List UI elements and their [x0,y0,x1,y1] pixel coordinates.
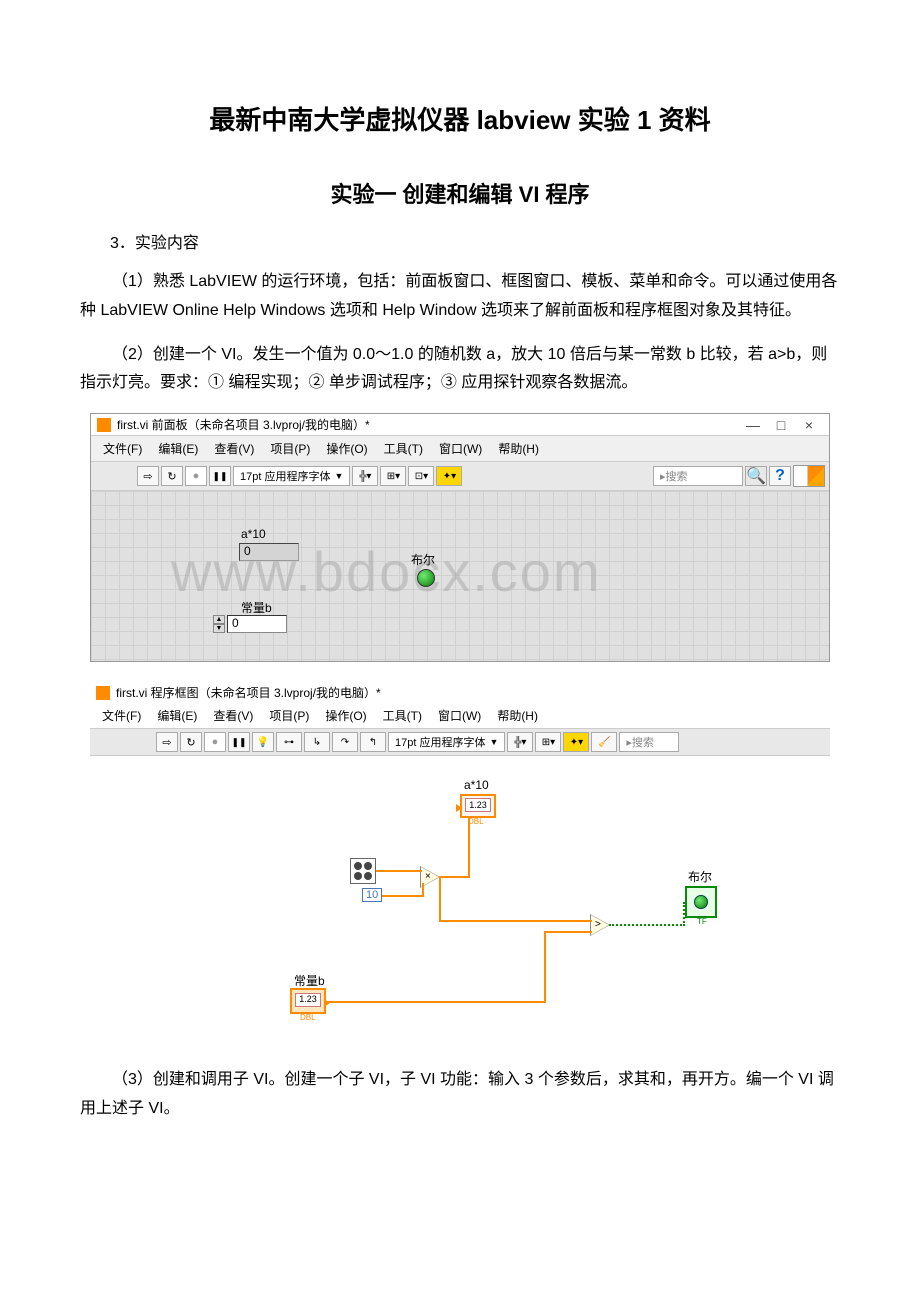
menu-operate[interactable]: 操作(O) [317,705,374,726]
bd-constb-terminal[interactable]: 1.23 DBL [290,988,326,1014]
cleanup-button[interactable]: 🧹 [591,732,617,752]
pause-button[interactable] [228,732,250,752]
vi-connector-icon[interactable] [793,465,825,487]
run-continuous-button[interactable] [180,732,202,752]
fp-window-title: first.vi 前面板（未命名项目 3.lvproj/我的电脑）* [117,416,370,433]
close-button[interactable]: × [795,417,823,433]
distribute-button[interactable]: ⊞▾ [535,732,561,752]
paragraph-1: （1）熟悉 LabVIEW 的运行环境，包括：前面板窗口、框图窗口、模板、菜单和… [80,268,840,326]
bd-titlebar[interactable]: first.vi 程序框图（未命名项目 3.lvproj/我的电脑）* [90,682,830,703]
menu-file[interactable]: 文件(F) [95,438,150,459]
paragraph-2: （2）创建一个 VI。发生一个值为 0.0～1.0 的随机数 a，放大 10 倍… [80,341,840,399]
menu-view[interactable]: 查看(V) [206,438,262,459]
constant-10[interactable]: 10 [362,888,382,902]
labview-icon [96,686,110,700]
bd-bool-terminal[interactable]: TF [685,886,717,918]
pause-button[interactable] [209,466,231,486]
run-button[interactable] [156,732,178,752]
bd-window-title: first.vi 程序框图（未命名项目 3.lvproj/我的电脑）* [116,684,381,701]
abort-button[interactable] [185,466,207,486]
a10-indicator: 0 [239,543,299,561]
maximize-button[interactable]: □ [767,417,795,433]
menu-view[interactable]: 查看(V) [205,705,261,726]
search-input[interactable]: ▸ 搜索 [653,466,743,486]
menu-edit[interactable]: 编辑(E) [150,438,206,459]
menu-project[interactable]: 项目(P) [261,705,317,726]
align-button[interactable]: ╬▾ [352,466,378,486]
block-diagram-canvas[interactable]: a*10 1.23 DBL 10 × > 布尔 TF 常量b 1.23 [90,756,830,1046]
bd-toolbar: ⊶ ↳ ↷ ↰ 17pt 应用程序字体▼ ╬▾ ⊞▾ ✦▾ 🧹 ▸ 搜索 [90,728,830,756]
bool-label: 布尔 [411,551,435,568]
step-out-button[interactable]: ↰ [360,732,386,752]
bd-a10-terminal[interactable]: 1.23 DBL [460,794,496,818]
doc-title: 最新中南大学虚拟仪器 labview 实验 1 资料 [80,100,840,137]
highlight-execution-button[interactable] [252,732,274,752]
random-number-node[interactable] [350,858,376,884]
greater-than-node[interactable]: > [591,915,609,935]
a10-label: a*10 [241,527,266,541]
align-button[interactable]: ╬▾ [507,732,533,752]
menu-file[interactable]: 文件(F) [94,705,149,726]
font-selector[interactable]: 17pt 应用程序字体▼ [233,466,350,486]
watermark-text: www.bdocx.com [171,539,602,604]
bd-menubar[interactable]: 文件(F) 编辑(E) 查看(V) 项目(P) 操作(O) 工具(T) 窗口(W… [90,703,830,728]
abort-button[interactable] [204,732,226,752]
reorder-button[interactable]: ✦▾ [563,732,589,752]
menu-tools[interactable]: 工具(T) [376,438,431,459]
fp-toolbar: 17pt 应用程序字体▼ ╬▾ ⊞▾ ⊡▾ ✦▾ ▸ 搜索 🔍 ? [91,461,829,491]
front-panel-screenshot: first.vi 前面板（未命名项目 3.lvproj/我的电脑）* — □ ×… [90,413,830,662]
front-panel-canvas[interactable]: www.bdocx.com a*10 0 布尔 常量b ▲▼ 0 [91,491,829,661]
menu-operate[interactable]: 操作(O) [318,438,375,459]
resize-button[interactable]: ⊡▾ [408,466,434,486]
run-button[interactable] [137,466,159,486]
led-icon [694,895,708,909]
menu-help[interactable]: 帮助(H) [489,705,546,726]
bd-bool-label: 布尔 [688,868,712,885]
minimize-button[interactable]: — [739,417,767,433]
block-diagram-screenshot: first.vi 程序框图（未命名项目 3.lvproj/我的电脑）* 文件(F… [90,682,830,1046]
step-into-button[interactable]: ↳ [304,732,330,752]
doc-subtitle: 实验一 创建和编辑 VI 程序 [80,177,840,209]
fp-menubar[interactable]: 文件(F) 编辑(E) 查看(V) 项目(P) 操作(O) 工具(T) 窗口(W… [91,436,829,461]
paragraph-3: （3）创建和调用子 VI。创建一个子 VI，子 VI 功能：输入 3 个参数后，… [80,1066,840,1124]
bd-a10-label: a*10 [464,778,489,792]
labview-icon [97,418,111,432]
menu-window[interactable]: 窗口(W) [430,705,489,726]
fp-titlebar[interactable]: first.vi 前面板（未命名项目 3.lvproj/我的电脑）* — □ × [91,414,829,436]
menu-project[interactable]: 项目(P) [262,438,318,459]
context-help-button[interactable]: ? [769,466,791,486]
font-selector[interactable]: 17pt 应用程序字体▼ [388,732,505,752]
menu-help[interactable]: 帮助(H) [490,438,547,459]
menu-window[interactable]: 窗口(W) [431,438,490,459]
constb-control[interactable]: 0 [227,615,287,633]
search-input[interactable]: ▸ 搜索 [619,732,679,752]
constb-spinner[interactable]: ▲▼ [213,615,225,633]
reorder-button[interactable]: ✦▾ [436,466,462,486]
menu-edit[interactable]: 编辑(E) [149,705,205,726]
bd-constb-label: 常量b [294,972,325,989]
step-over-button[interactable]: ↷ [332,732,358,752]
bool-led [417,569,435,587]
menu-tools[interactable]: 工具(T) [375,705,430,726]
section-header: 3．实验内容 [110,229,840,253]
retain-wires-button[interactable]: ⊶ [276,732,302,752]
constb-label: 常量b [241,599,272,616]
run-continuous-button[interactable] [161,466,183,486]
distribute-button[interactable]: ⊞▾ [380,466,406,486]
